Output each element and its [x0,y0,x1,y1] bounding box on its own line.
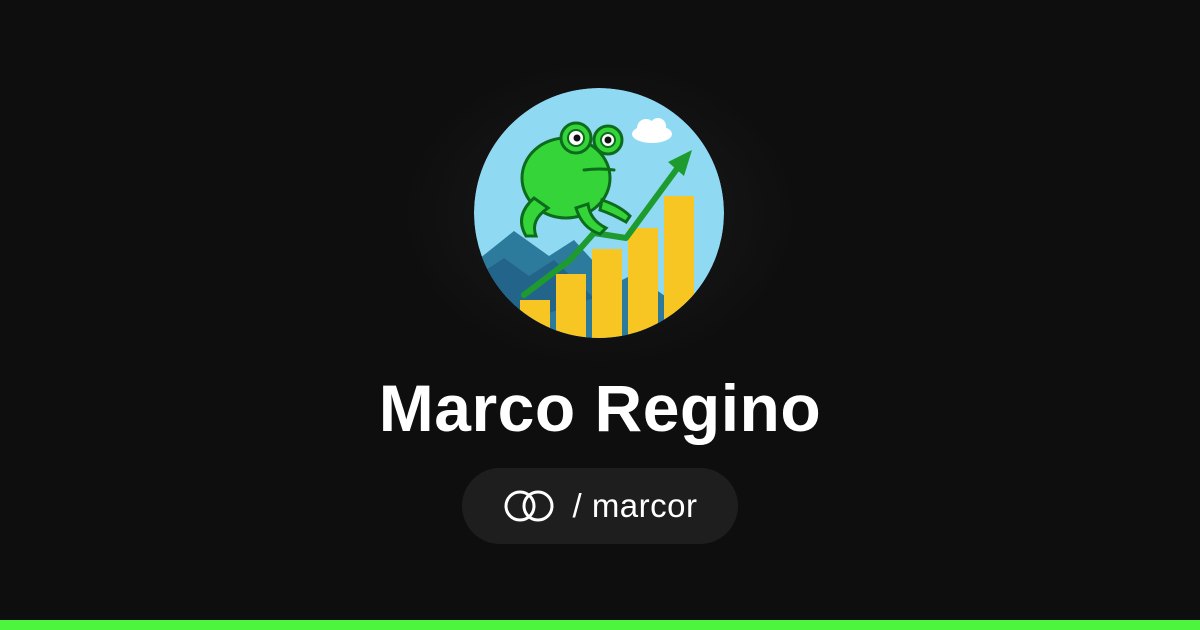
frog-stock-chart-avatar [474,88,724,338]
share-card: Marco Regino / marcor [0,0,1200,630]
profile-handle: / marcor [572,487,698,524]
profile-handle-pill[interactable]: / marcor [462,468,738,544]
profile-name: Marco Regino [378,371,822,445]
avatar [474,88,724,338]
linked-rings-logo-icon [502,488,558,524]
accent-bottom-bar [0,620,1200,630]
